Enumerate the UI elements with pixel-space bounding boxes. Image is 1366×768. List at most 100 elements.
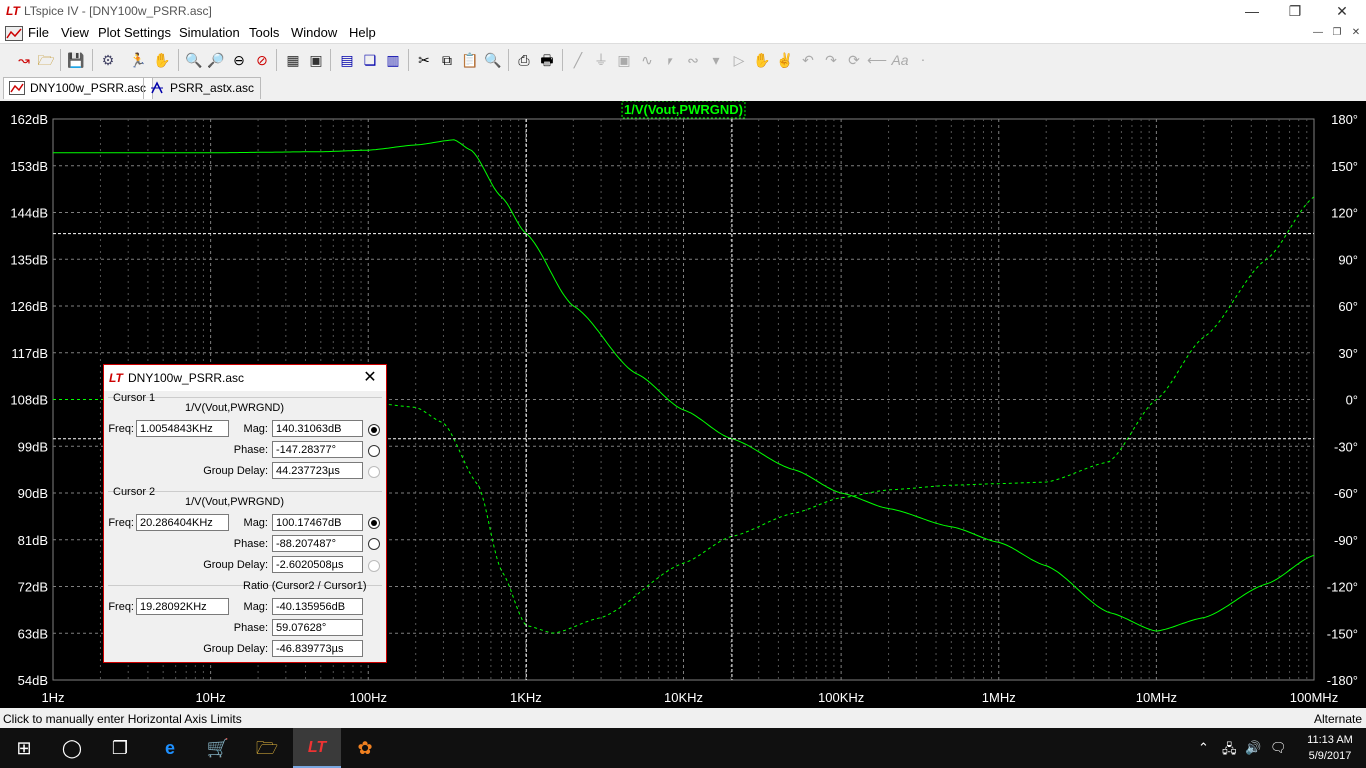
menu-tools[interactable]: Tools (249, 25, 279, 40)
ltspice-taskbar-icon[interactable]: LT (293, 728, 341, 768)
mdi-close-icon[interactable]: ✕ (1348, 26, 1364, 40)
cursor2-mag-field[interactable]: 100.17467dB (272, 514, 363, 531)
move-icon[interactable]: ✋ (752, 50, 772, 70)
zoom-in-icon[interactable]: 🔍 (184, 50, 204, 70)
document-tabs: DNY100w_PSRR.asc PSRR_astx.asc (0, 75, 1366, 100)
menu-help[interactable]: Help (349, 25, 376, 40)
tray-expand-icon[interactable]: ⌃ (1198, 740, 1209, 756)
mirror-icon[interactable]: ⟵ (867, 50, 887, 70)
zoom-cancel-icon[interactable]: ⊘ (252, 50, 272, 70)
cursor1-phase-radio[interactable] (368, 445, 380, 457)
print-preview-icon[interactable]: ⎙ (514, 50, 534, 70)
mdi-restore-icon[interactable]: ❐ (1329, 26, 1345, 40)
spice-directive-icon[interactable]: ⋅ (913, 50, 933, 70)
store-icon[interactable]: 🛒 (194, 728, 242, 768)
task-view-icon[interactable]: ❐ (96, 728, 144, 768)
text-icon[interactable]: Aa (890, 50, 910, 70)
dialog-close-icon[interactable]: ✕ (360, 368, 380, 388)
y-right-tick-label: 30° (1338, 346, 1358, 361)
autorange-icon[interactable]: ▦ (283, 50, 303, 70)
ground-icon[interactable]: ⏚ (591, 50, 611, 70)
window-title: LTspice IV - [DNY100w_PSRR.asc] (24, 4, 212, 18)
fit-icon[interactable]: ▣ (306, 50, 326, 70)
dialog-title-bar[interactable]: LT DNY100w_PSRR.asc ✕ (104, 365, 386, 391)
print-icon[interactable]: 🖶 (537, 50, 557, 70)
cursor1-group-delay-field[interactable]: 44.237723µs (272, 462, 363, 479)
close-icon[interactable]: ✕ (1322, 2, 1362, 20)
ratio-mag-label: Mag: (243, 601, 268, 613)
capacitor-icon[interactable]: ⎖ (660, 50, 680, 70)
save-icon[interactable]: 💾 (66, 50, 86, 70)
ratio-mag-field[interactable]: -40.135956dB (272, 598, 363, 615)
run-icon[interactable]: 🏃 (128, 50, 148, 70)
open-waveform-icon[interactable]: ↝ (14, 50, 34, 70)
toolbar-separator (408, 49, 409, 71)
cut-icon[interactable]: ✂ (414, 50, 434, 70)
cursor1-mag-radio[interactable] (368, 424, 380, 436)
inductor-icon[interactable]: ∾ (683, 50, 703, 70)
ratio-freq-field[interactable]: 19.28092KHz (136, 598, 229, 615)
tab-dny100w-psrr[interactable]: DNY100w_PSRR.asc (3, 77, 154, 99)
y-right-tick-label: 60° (1338, 299, 1358, 314)
cursor1-phase-field[interactable]: -147.28377° (272, 441, 363, 458)
tile-horizontal-icon[interactable]: ▤ (337, 50, 357, 70)
menu-plot-settings[interactable]: Plot Settings (98, 25, 171, 40)
cascade-icon[interactable]: ❏ (360, 50, 380, 70)
y-left-tick-label: 108dB (10, 393, 48, 408)
volume-icon[interactable]: 🔊 (1245, 740, 1261, 756)
label-net-icon[interactable]: ▣ (614, 50, 634, 70)
ratio-phase-field[interactable]: 59.07628° (272, 619, 363, 636)
tab-label: DNY100w_PSRR.asc (30, 81, 147, 95)
cursor1-group-delay-label: Group Delay: (203, 465, 268, 477)
start-icon[interactable]: ⊞ (0, 728, 48, 768)
cursor2-phase-field[interactable]: -88.207487° (272, 535, 363, 552)
cursor1-freq-field[interactable]: 1.0054843KHz (136, 420, 229, 437)
tile-vertical-icon[interactable]: ▥ (383, 50, 403, 70)
menu-file[interactable]: File (28, 25, 49, 40)
y-left-tick-label: 153dB (10, 159, 48, 174)
mdi-minimize-icon[interactable]: — (1310, 26, 1326, 40)
cursor2-freq-field[interactable]: 20.286404KHz (136, 514, 229, 531)
waveform-window-icon[interactable] (5, 26, 23, 41)
maximize-icon[interactable]: ❐ (1275, 2, 1315, 20)
menu-view[interactable]: View (61, 25, 89, 40)
notifications-icon[interactable]: 🗨 (1270, 740, 1287, 756)
wire-icon[interactable]: ╱ (568, 50, 588, 70)
menu-window[interactable]: Window (291, 25, 337, 40)
cursor2-group-delay-field[interactable]: -2.6020508µs (272, 556, 363, 573)
cursor1-group-delay-radio[interactable] (368, 466, 380, 478)
edge-icon[interactable]: e (146, 728, 194, 768)
find-icon[interactable]: 🔍 (483, 50, 503, 70)
cursor-readout-dialog[interactable]: LT DNY100w_PSRR.asc ✕ Cursor 1 1/V(Vout,… (103, 364, 387, 663)
halt-icon[interactable]: ✋ (152, 50, 172, 70)
tab-psrr-astx[interactable]: PSRR_astx.asc (143, 77, 262, 99)
zoom-area-icon[interactable]: 🔎 (206, 50, 226, 70)
redo-icon[interactable]: ↷ (821, 50, 841, 70)
cursor2-group-delay-radio[interactable] (368, 560, 380, 572)
toolbar-separator (92, 49, 93, 71)
resistor-icon[interactable]: ∿ (637, 50, 657, 70)
cursor2-mag-radio[interactable] (368, 517, 380, 529)
undo-icon[interactable]: ↶ (798, 50, 818, 70)
cursor2-phase-radio[interactable] (368, 538, 380, 550)
file-explorer-icon[interactable]: 🗁 (243, 728, 291, 768)
cursor1-mag-field[interactable]: 140.31063dB (272, 420, 363, 437)
cursor1-group-label: Cursor 1 (113, 392, 156, 404)
rotate-icon[interactable]: ⟳ (844, 50, 864, 70)
minimize-icon[interactable]: — (1232, 2, 1272, 20)
diode-icon[interactable]: ▾ (706, 50, 726, 70)
drag-icon[interactable]: ✌ (775, 50, 795, 70)
cortana-icon[interactable]: ◯ (48, 728, 96, 768)
network-icon[interactable]: 🖧 (1222, 740, 1237, 762)
menu-simulation[interactable]: Simulation (179, 25, 240, 40)
control-panel-icon[interactable]: ⚙ (98, 50, 118, 70)
copy-icon[interactable]: ⧉ (437, 50, 457, 70)
ltspice-logo-icon: LT (109, 371, 123, 385)
ratio-group-delay-field[interactable]: -46.839773µs (272, 640, 363, 657)
component-icon[interactable]: ▷ (729, 50, 749, 70)
xnview-taskbar-icon[interactable]: ✿ (341, 728, 389, 768)
zoom-out-icon[interactable]: ⊖ (229, 50, 249, 70)
open-folder-icon[interactable]: 🗁 (36, 50, 56, 70)
paste-icon[interactable]: 📋 (460, 50, 480, 70)
system-clock[interactable]: 11:13 AM 5/9/2017 (1298, 732, 1362, 764)
